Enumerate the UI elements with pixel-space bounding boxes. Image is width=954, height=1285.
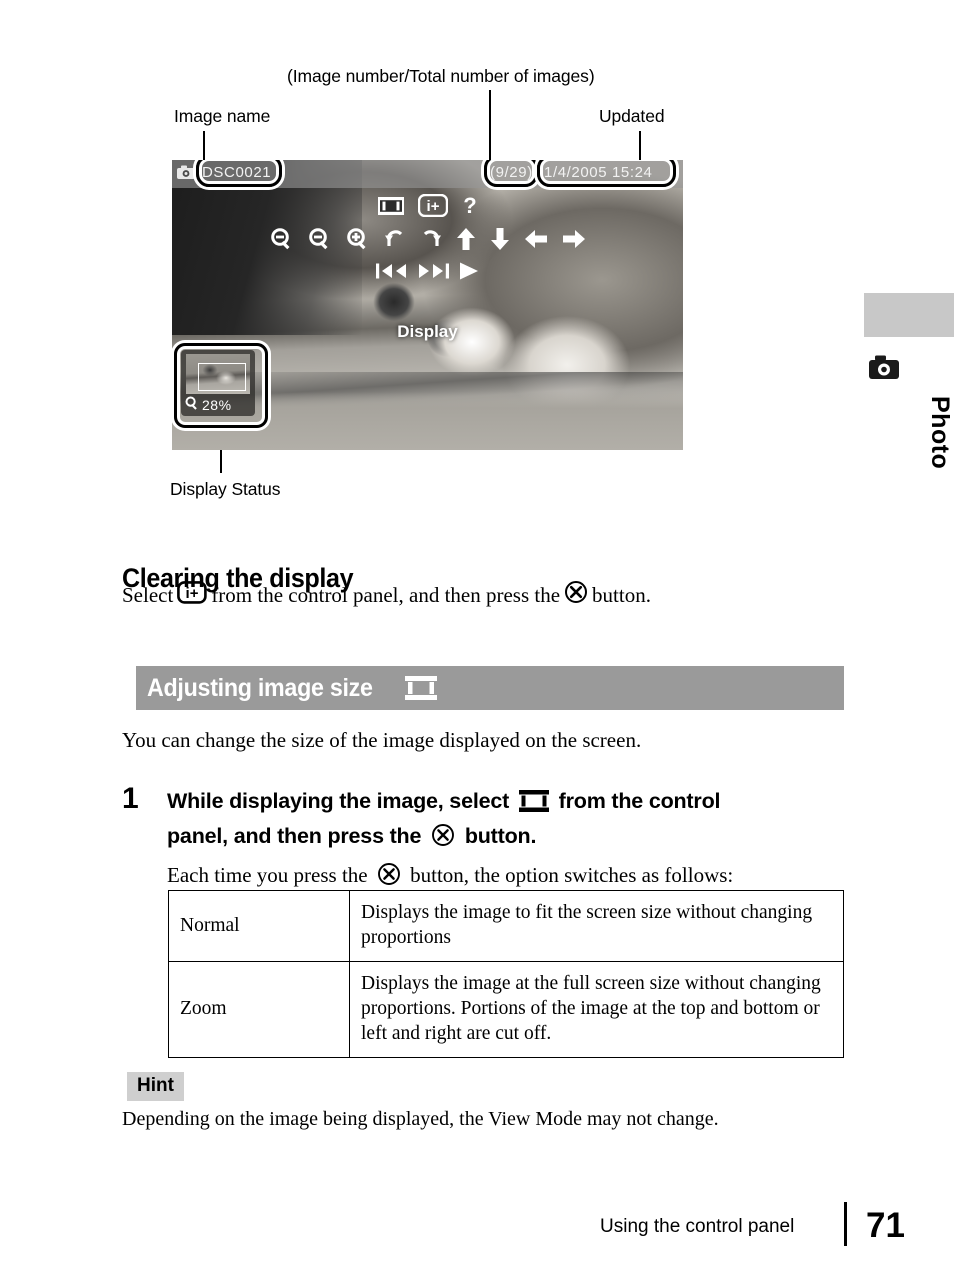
image-size-icon[interactable] — [377, 196, 404, 220]
zoom-reset-icon[interactable] — [270, 227, 294, 256]
step-instruction: While displaying the image, select from … — [167, 786, 847, 856]
magnifier-icon — [185, 396, 199, 413]
step-text-c: panel, and then press the — [167, 824, 422, 848]
control-panel-row-1: i+ ? — [377, 193, 478, 222]
view-mode-options-table: Normal Displays the image to fit the scr… — [168, 890, 844, 1058]
leader-line-image-name — [203, 131, 205, 163]
display-status-viewport-frame — [198, 363, 246, 391]
control-panel-row-2 — [270, 227, 586, 256]
svg-text:i+: i+ — [426, 198, 439, 215]
footer-running-head: Using the control panel — [600, 1216, 795, 1237]
display-status-zoom: 28% — [185, 396, 232, 413]
zoom-in-icon[interactable] — [346, 227, 370, 256]
step-sub-b: button, the option switches as follows: — [410, 863, 734, 887]
clearing-text-before: Select — [122, 582, 174, 607]
step-number: 1 — [122, 782, 139, 815]
step-sub-a: Each time you press the — [167, 863, 368, 887]
callout-display-status: Display Status — [170, 479, 281, 499]
help-question-icon[interactable]: ? — [462, 193, 478, 222]
cross-button-icon — [564, 580, 588, 610]
svg-text:i+: i+ — [186, 585, 199, 602]
osd-image-count: (9/29) — [490, 164, 533, 181]
scroll-right-icon[interactable] — [562, 229, 586, 254]
camera-icon — [869, 355, 899, 384]
leader-line-total-images — [489, 90, 491, 162]
table-cell-option-description: Displays the image to fit the screen siz… — [349, 890, 844, 962]
device-screen-illustration: DSC0021 (9/29) 1/4/2005 15:24 i+ ? Displ… — [172, 160, 683, 450]
display-status-widget: 28% — [181, 350, 255, 416]
scroll-left-icon[interactable] — [524, 229, 548, 254]
image-size-icon — [518, 790, 549, 821]
scroll-up-icon[interactable] — [456, 227, 476, 256]
step-body: While displaying the image, select from … — [167, 786, 847, 892]
display-status-thumbnail — [186, 354, 250, 394]
step-text-d: button. — [464, 824, 537, 848]
slideshow-play-icon[interactable] — [458, 261, 480, 286]
section-header-label: Adjusting image size — [147, 673, 373, 702]
clearing-text-after: button. — [592, 582, 651, 607]
osd-image-name: DSC0021 — [202, 164, 272, 181]
leader-line-updated — [639, 131, 641, 163]
image-size-icon — [403, 675, 438, 701]
zoom-out-icon[interactable] — [308, 227, 332, 256]
callout-image-name: Image name — [174, 106, 271, 126]
hint-text: Depending on the image being displayed, … — [122, 1108, 719, 1130]
table-cell-option-name: Normal — [168, 890, 350, 962]
info-display-icon: i+ — [177, 580, 208, 610]
callout-total-images: (Image number/Total number of images) — [287, 66, 595, 86]
cross-button-icon — [377, 862, 401, 892]
rotate-right-icon[interactable] — [420, 227, 442, 256]
screen-control-panel: i+ ? — [172, 193, 683, 286]
clearing-text-middle: from the control panel, and then press t… — [211, 582, 561, 607]
side-tab-label: Photo — [926, 396, 954, 470]
osd-updated-datetime: 1/4/2005 15:24 — [544, 164, 653, 181]
paragraph-clearing-the-display: Select i+ from the control panel, and th… — [122, 580, 651, 610]
table-row: Zoom Displays the image at the full scre… — [168, 961, 844, 1058]
side-tab-marker — [864, 293, 954, 337]
next-image-icon[interactable] — [417, 262, 449, 285]
step-text-b: from the control — [558, 789, 721, 813]
control-panel-row-3 — [375, 261, 480, 286]
table-cell-option-description: Displays the image at the full screen si… — [349, 961, 844, 1058]
rotate-left-icon[interactable] — [384, 227, 406, 256]
step-text-a: While displaying the image, select — [167, 789, 510, 813]
section-header-adjusting-image-size: Adjusting image size — [136, 666, 844, 710]
table-cell-option-name: Zoom — [168, 961, 350, 1058]
cross-button-icon — [431, 823, 455, 856]
callout-updated: Updated — [599, 106, 665, 126]
step-subtext: Each time you press the button, the opti… — [167, 862, 847, 892]
paragraph-adjusting-intro: You can change the size of the image dis… — [122, 728, 642, 752]
camera-icon — [177, 165, 195, 184]
info-display-icon[interactable]: i+ — [417, 193, 448, 222]
footer-divider — [844, 1202, 847, 1246]
previous-image-icon[interactable] — [375, 262, 408, 285]
hint-badge: Hint — [127, 1072, 184, 1101]
table-row: Normal Displays the image to fit the scr… — [168, 890, 844, 962]
page-number: 71 — [866, 1206, 905, 1245]
svg-text:?: ? — [463, 194, 476, 217]
control-panel-selected-label: Display — [397, 322, 458, 341]
display-status-zoom-value: 28% — [202, 396, 232, 413]
scroll-down-icon[interactable] — [490, 227, 510, 256]
